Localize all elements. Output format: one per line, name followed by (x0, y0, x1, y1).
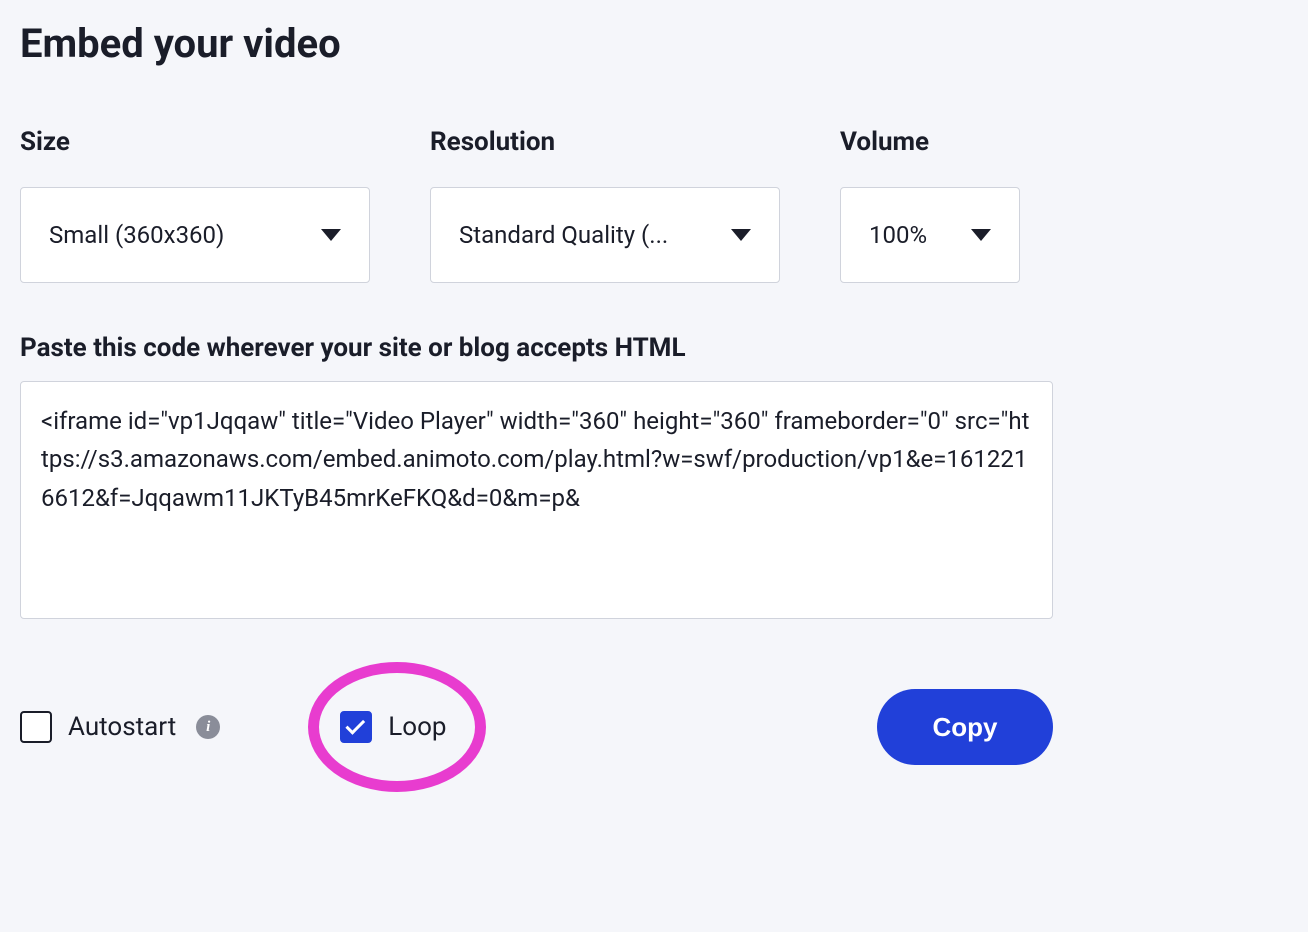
volume-control-group: Volume 100% (840, 127, 1020, 283)
loop-label: Loop (388, 712, 446, 742)
loop-checkbox[interactable] (340, 711, 372, 743)
caret-down-icon (321, 229, 341, 241)
info-icon[interactable]: i (196, 715, 220, 739)
autostart-checkbox[interactable] (20, 711, 52, 743)
autostart-label: Autostart (68, 712, 176, 742)
size-select-value: Small (360x360) (49, 221, 224, 249)
code-section-label: Paste this code wherever your site or bl… (20, 333, 1288, 363)
resolution-select[interactable]: Standard Quality (... (430, 187, 780, 283)
embed-code-textarea[interactable]: <iframe id="vp1Jqqaw" title="Video Playe… (20, 381, 1053, 619)
size-control-group: Size Small (360x360) (20, 127, 370, 283)
autostart-checkbox-group: Autostart i (20, 711, 220, 743)
resolution-control-group: Resolution Standard Quality (... (430, 127, 780, 283)
resolution-select-value: Standard Quality (... (459, 221, 668, 249)
copy-button[interactable]: Copy (877, 689, 1053, 765)
resolution-label: Resolution (430, 127, 780, 157)
volume-label: Volume (840, 127, 1020, 157)
page-title: Embed your video (20, 20, 1288, 67)
loop-checkbox-group: Loop (340, 711, 446, 743)
controls-row: Size Small (360x360) Resolution Standard… (20, 127, 1288, 283)
bottom-row: Autostart i Loop Copy (20, 689, 1053, 765)
size-label: Size (20, 127, 370, 157)
caret-down-icon (731, 229, 751, 241)
checkmark-icon (346, 715, 366, 735)
size-select[interactable]: Small (360x360) (20, 187, 370, 283)
caret-down-icon (971, 229, 991, 241)
volume-select-value: 100% (869, 221, 927, 249)
volume-select[interactable]: 100% (840, 187, 1020, 283)
